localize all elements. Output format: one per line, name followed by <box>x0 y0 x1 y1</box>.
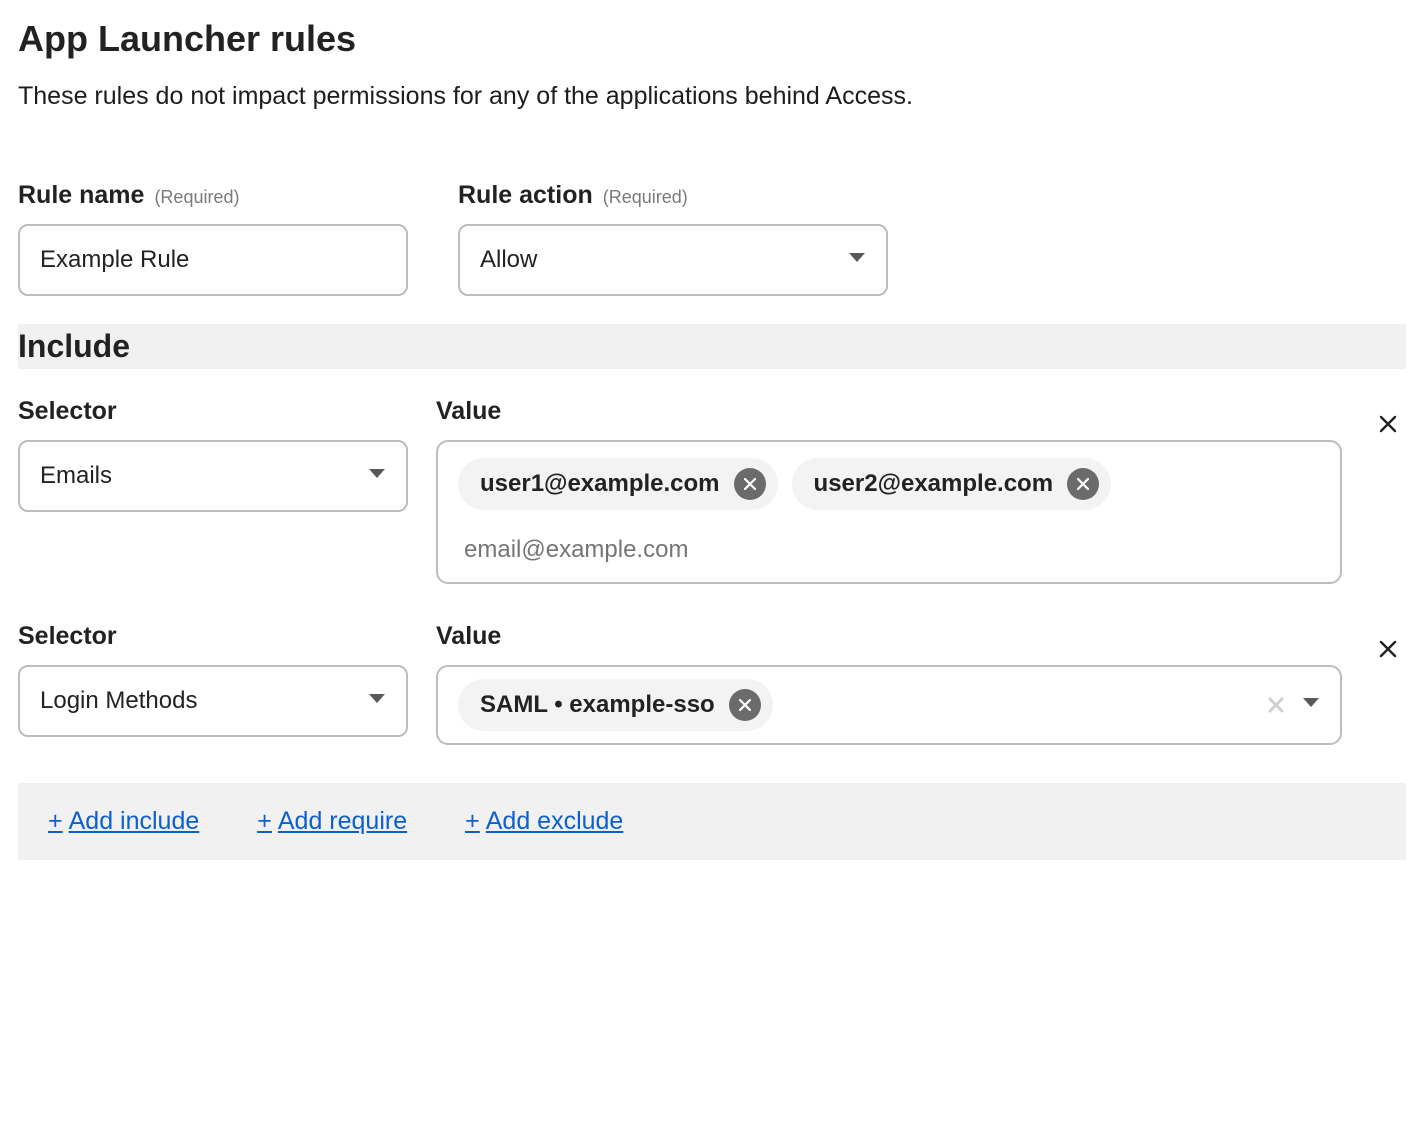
remove-row-icon[interactable] <box>1370 622 1406 658</box>
chip-remove-icon[interactable] <box>729 689 761 721</box>
add-require-button[interactable]: + Add require <box>257 807 407 836</box>
value-text-input[interactable] <box>458 524 1320 574</box>
actions-bar: + Add include + Add require + Add exclud… <box>18 783 1406 860</box>
selector-value: Login Methods <box>40 687 197 715</box>
rule-action-required: (Required) <box>603 187 688 208</box>
clear-icon[interactable] <box>1262 691 1290 719</box>
value-label: Value <box>436 397 1342 426</box>
selector-select[interactable]: Login Methods <box>18 665 408 737</box>
chip-label: user2@example.com <box>814 470 1054 498</box>
chip: SAML • example-sso <box>458 679 773 731</box>
rule-action-select[interactable]: Allow <box>458 224 888 296</box>
chip-remove-icon[interactable] <box>1067 468 1099 500</box>
chip-remove-icon[interactable] <box>734 468 766 500</box>
rule-action-label: Rule action <box>458 181 593 210</box>
rule-name-label: Rule name <box>18 181 144 210</box>
value-input[interactable]: SAML • example-sso <box>436 665 1342 745</box>
section-include-header: Include <box>18 324 1406 369</box>
chip: user2@example.com <box>792 458 1112 510</box>
page-description: These rules do not impact permissions fo… <box>18 82 1406 111</box>
chip: user1@example.com <box>458 458 778 510</box>
include-row: Selector Login Methods Value SAML • example… <box>18 622 1406 745</box>
selector-label: Selector <box>18 622 408 651</box>
selector-label: Selector <box>18 397 408 426</box>
add-include-button[interactable]: + Add include <box>48 807 199 836</box>
selector-select[interactable]: Emails <box>18 440 408 512</box>
selector-value: Emails <box>40 462 112 490</box>
add-exclude-button[interactable]: + Add exclude <box>465 807 623 836</box>
include-row: SelectorEmailsValueuser1@example.comuser… <box>18 397 1406 584</box>
chip-label: user1@example.com <box>480 470 720 498</box>
page-title: App Launcher rules <box>18 18 1406 60</box>
rule-name-input[interactable] <box>18 224 408 296</box>
chevron-down-icon[interactable] <box>1302 696 1320 714</box>
rule-name-required: (Required) <box>154 187 239 208</box>
rule-action-value: Allow <box>480 246 537 274</box>
value-input[interactable]: user1@example.com user2@example.com <box>436 440 1342 584</box>
chip-label: SAML • example-sso <box>480 691 715 719</box>
remove-row-icon[interactable] <box>1370 397 1406 433</box>
value-label: Value <box>436 622 1342 651</box>
